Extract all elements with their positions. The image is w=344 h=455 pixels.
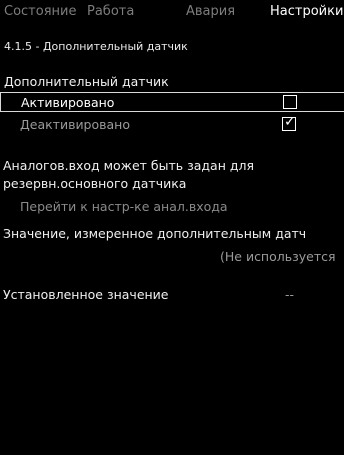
option-activated[interactable]: Активировано xyxy=(0,92,344,112)
tab-bar: Состояние Работа Авария Настройки xyxy=(0,0,344,22)
measured-value: (Не используется xyxy=(220,249,336,264)
setpoint-value: -- xyxy=(285,287,295,302)
option-deactivated-label: Деактивировано xyxy=(20,117,130,132)
option-activated-checkbox[interactable] xyxy=(283,95,297,109)
analog-input-settings-link[interactable]: Перейти к настр-ке анал.входа xyxy=(20,199,228,214)
info-text: Аналогов.вход может быть задан для резер… xyxy=(3,157,343,193)
option-activated-label: Активировано xyxy=(21,95,115,110)
info-text-line-2: резервн.основного датчика xyxy=(3,176,187,191)
measured-value-label: Значение, измеренное дополнительным датч xyxy=(3,226,307,241)
section-title: Дополнительный датчик xyxy=(4,74,169,89)
setpoint-label: Установленное значение xyxy=(3,287,169,302)
option-deactivated-checkbox[interactable]: ✓ xyxy=(282,114,296,131)
option-deactivated[interactable]: Деактивировано ✓ xyxy=(0,114,344,135)
screen-id: 4.1.5 - Дополнительный датчик xyxy=(4,40,188,53)
tab-settings[interactable]: Настройки xyxy=(266,3,344,19)
check-mark-icon: ✓ xyxy=(284,114,296,130)
tab-alarm[interactable]: Авария xyxy=(182,4,235,19)
tab-status[interactable]: Состояние xyxy=(0,4,76,19)
tab-operation[interactable]: Работа xyxy=(83,4,134,19)
info-text-line-1: Аналогов.вход может быть задан для xyxy=(3,158,254,173)
